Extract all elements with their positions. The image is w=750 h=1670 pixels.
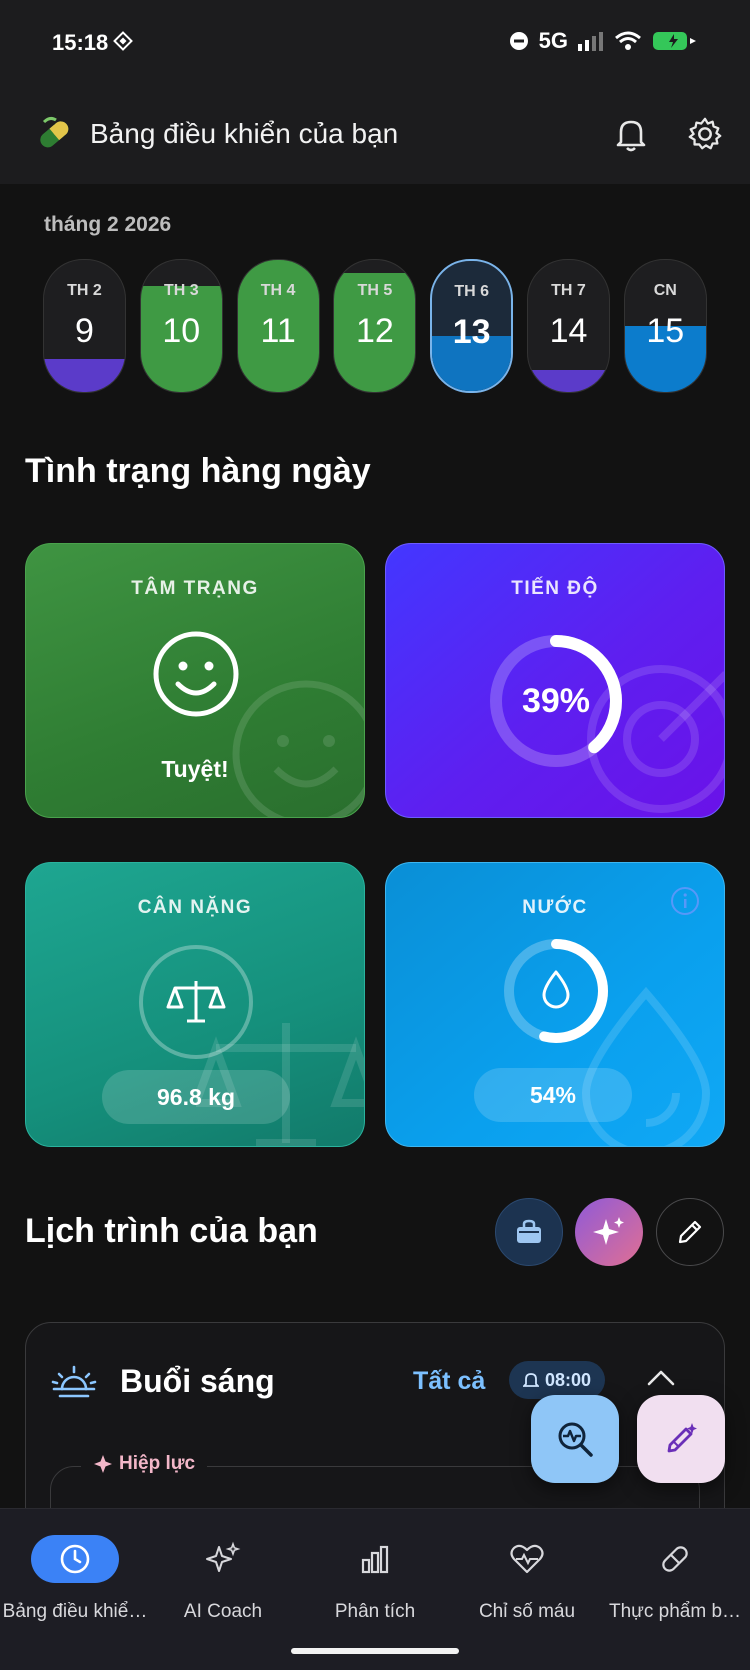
water-ring — [504, 939, 608, 1043]
daily-status-heading: Tình trạng hàng ngày — [25, 452, 371, 490]
day-label: CN — [653, 282, 677, 299]
wifi-icon — [615, 31, 641, 50]
water-drop-icon — [542, 970, 570, 1009]
water-value: 54% — [474, 1068, 632, 1122]
pill-icon — [662, 1546, 688, 1572]
day-chip[interactable]: TH 7 14 — [527, 259, 610, 393]
synergy-tag: Hiệp lực — [81, 1453, 208, 1475]
day-fill — [44, 359, 125, 392]
day-label: TH 3 — [163, 282, 199, 299]
progress-title: TIẾN ĐỘ — [511, 578, 599, 599]
heart-pulse-icon — [510, 1544, 544, 1574]
pencil-icon — [678, 1220, 702, 1244]
sparkles-icon — [206, 1541, 241, 1572]
day-number: 12 — [355, 312, 394, 350]
magnify-pulse-icon — [558, 1422, 593, 1457]
schedule-heading: Lịch trình của bạn — [25, 1212, 318, 1250]
smiley-icon — [153, 631, 239, 717]
nav-label: Phân tích — [334, 1601, 416, 1622]
mood-card[interactable]: TÂM TRẠNG Tuyệt! — [25, 543, 365, 818]
bottom-navigation: Bảng điều khiể… AI Coach Phân tích Chỉ s… — [0, 1508, 750, 1670]
day-chip[interactable]: TH 3 10 — [139, 259, 223, 393]
battery-icon — [653, 32, 696, 50]
ai-suggest-button[interactable] — [575, 1198, 643, 1266]
day-chip[interactable]: TH 4 11 — [236, 259, 320, 393]
signal-icon — [578, 32, 603, 51]
alarm-badge[interactable]: 08:00 — [509, 1361, 605, 1399]
water-title: NƯỚC — [522, 897, 588, 918]
nav-active-pill — [31, 1535, 119, 1583]
alarm-time: 08:00 — [544, 1369, 592, 1390]
mood-title: TÂM TRẠNG — [131, 578, 259, 599]
mood-value: Tuyệt! — [161, 756, 229, 782]
shopping-bag-icon — [517, 1219, 541, 1243]
day-number: 14 — [549, 312, 588, 350]
pill-logo-icon — [40, 116, 69, 148]
day-label: TH 2 — [67, 282, 102, 299]
network-label: 5G — [538, 28, 568, 53]
sunrise-icon — [51, 1365, 97, 1398]
nav-supplements[interactable]: Thực phẩm b… — [600, 1527, 750, 1637]
show-all-link[interactable]: Tất cả — [413, 1367, 485, 1396]
weight-card[interactable]: CÂN NẶNG 96.8 kg — [25, 862, 365, 1147]
day-label: TH 7 — [551, 282, 586, 299]
nav-label: Chỉ số máu — [478, 1601, 576, 1622]
shopping-bag-button[interactable] — [495, 1198, 563, 1266]
nav-ai-coach[interactable]: AI Coach — [148, 1527, 298, 1637]
day-number: 11 — [260, 312, 296, 350]
day-chip[interactable]: TH 5 12 — [333, 259, 417, 393]
progress-value: 39% — [521, 682, 591, 720]
day-number: 15 — [646, 312, 685, 350]
day-chip[interactable]: CN 15 — [623, 259, 707, 393]
magic-pen-icon — [667, 1423, 697, 1453]
nav-dashboard[interactable]: Bảng điều khiể… — [0, 1527, 150, 1637]
bell-small-icon — [522, 1373, 539, 1387]
smiley-watermark-icon — [232, 680, 364, 817]
do-not-disturb-icon — [509, 32, 528, 50]
diamond-icon — [113, 31, 133, 51]
day-label: TH 5 — [357, 282, 393, 299]
day-label: TH 4 — [260, 282, 296, 299]
home-indicator[interactable] — [291, 1648, 459, 1654]
progress-card[interactable]: TIẾN ĐỘ 39% — [385, 543, 725, 818]
app-header: Bảng điều khiển của bạn — [0, 88, 750, 184]
sparkle-icon — [94, 1455, 112, 1473]
nav-blood-markers[interactable]: Chỉ số máu — [452, 1527, 602, 1637]
weight-value: 96.8 kg — [102, 1070, 290, 1124]
weight-title: CÂN NẶNG — [137, 897, 253, 918]
day-fill — [528, 369, 609, 392]
nav-label: Bảng điều khiể… — [2, 1601, 148, 1622]
day-chip[interactable]: TH 2 9 — [43, 259, 126, 393]
day-label: TH 6 — [454, 283, 490, 300]
synergy-label: Hiệp lực — [119, 1453, 196, 1474]
day-number: 10 — [162, 312, 201, 350]
day-chip[interactable]: TH 6 13 — [430, 259, 514, 393]
water-card[interactable]: NƯỚC 54% — [385, 862, 725, 1147]
nav-analysis[interactable]: Phân tích — [300, 1527, 450, 1637]
clock-icon — [60, 1544, 90, 1574]
page-title: Bảng điều khiển của bạn — [90, 118, 399, 149]
bar-chart-icon — [361, 1545, 389, 1574]
nav-label: Thực phẩm b… — [608, 1601, 742, 1622]
ai-write-fab[interactable] — [637, 1395, 725, 1483]
morning-title: Buổi sáng — [120, 1363, 275, 1399]
sparkles-icon — [593, 1217, 624, 1245]
status-bar: 15:18 5G — [0, 0, 750, 88]
week-strip: TH 2 9 TH 3 10 TH 4 11 TH 5 12 TH 6 13 TH 7 14 CN 15 — [43, 259, 708, 393]
day-number: 9 — [75, 312, 94, 350]
bell-icon[interactable] — [612, 114, 650, 154]
scale-icon — [139, 945, 253, 1059]
calendar-month: tháng 2 2026 — [44, 213, 172, 236]
edit-schedule-button[interactable] — [656, 1198, 724, 1266]
chevron-up-icon[interactable] — [646, 1367, 676, 1389]
status-time: 15:18 — [52, 30, 109, 55]
nav-label: AI Coach — [183, 1601, 263, 1622]
day-number: 13 — [452, 313, 491, 351]
gear-icon[interactable] — [686, 114, 724, 154]
scan-analysis-fab[interactable] — [531, 1395, 619, 1483]
